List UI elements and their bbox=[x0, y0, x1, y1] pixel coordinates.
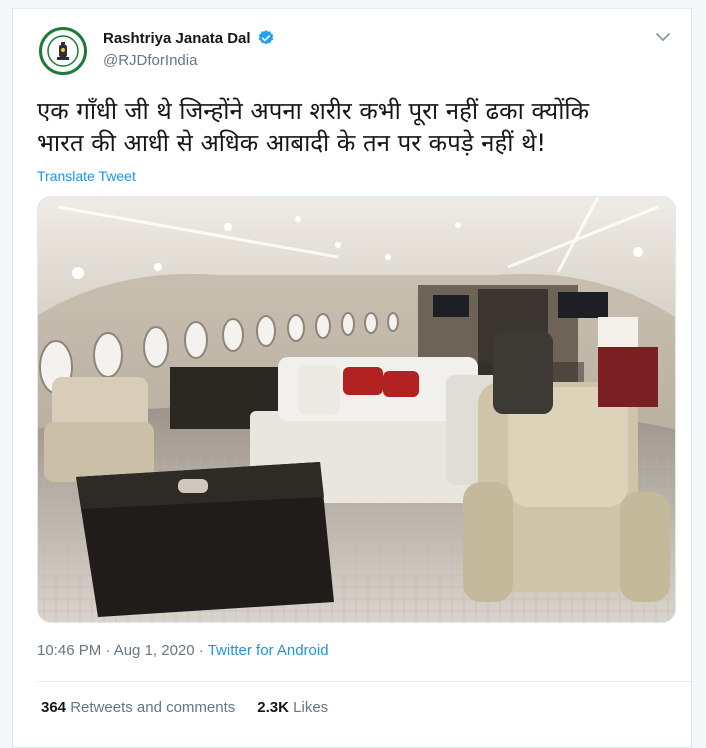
tweet-card: Rashtriya Janata Dal @RJDforIndia एक गाँ… bbox=[12, 8, 692, 748]
tweet-text-line: भारत की आधी से अधिक आबादी के तन पर कपड़े… bbox=[37, 129, 547, 157]
tweet-text: एक गाँधी जी थे जिन्होंने अपना शरीर कभी प… bbox=[37, 95, 677, 159]
chevron-down-icon[interactable] bbox=[653, 27, 673, 47]
retweets-stat[interactable]: 364 Retweets and comments bbox=[41, 699, 235, 716]
likes-stat[interactable]: 2.3K Likes bbox=[257, 699, 328, 716]
tweet-text-line: एक गाँधी जी थे जिन्होंने अपना शरीर कभी प… bbox=[37, 97, 590, 125]
avatar[interactable] bbox=[39, 27, 87, 75]
meta-separator: · bbox=[194, 642, 208, 659]
likes-label: Likes bbox=[293, 699, 329, 716]
party-logo-icon bbox=[47, 35, 79, 67]
divider bbox=[37, 681, 691, 682]
translate-tweet-link[interactable]: Translate Tweet bbox=[37, 168, 136, 184]
tweet-stats: 364 Retweets and comments 2.3K Likes bbox=[41, 699, 328, 716]
tweet-source-link[interactable]: Twitter for Android bbox=[208, 642, 329, 659]
jet-interior-photo bbox=[38, 197, 675, 622]
tweet-media-photo[interactable] bbox=[37, 196, 676, 623]
verified-badge-icon bbox=[258, 30, 273, 45]
likes-count: 2.3K bbox=[257, 699, 289, 716]
author-name-row[interactable]: Rashtriya Janata Dal bbox=[103, 29, 275, 47]
retweets-label: Retweets and comments bbox=[70, 699, 236, 716]
retweets-count: 364 bbox=[41, 699, 67, 716]
author-handle[interactable]: @RJDforIndia bbox=[103, 52, 197, 69]
tweet-meta: 10:46 PM · Aug 1, 2020 · Twitter for And… bbox=[37, 642, 329, 659]
tweet-timestamp[interactable]: 10:46 PM · Aug 1, 2020 bbox=[37, 642, 195, 659]
author-display-name[interactable]: Rashtriya Janata Dal bbox=[103, 30, 251, 47]
